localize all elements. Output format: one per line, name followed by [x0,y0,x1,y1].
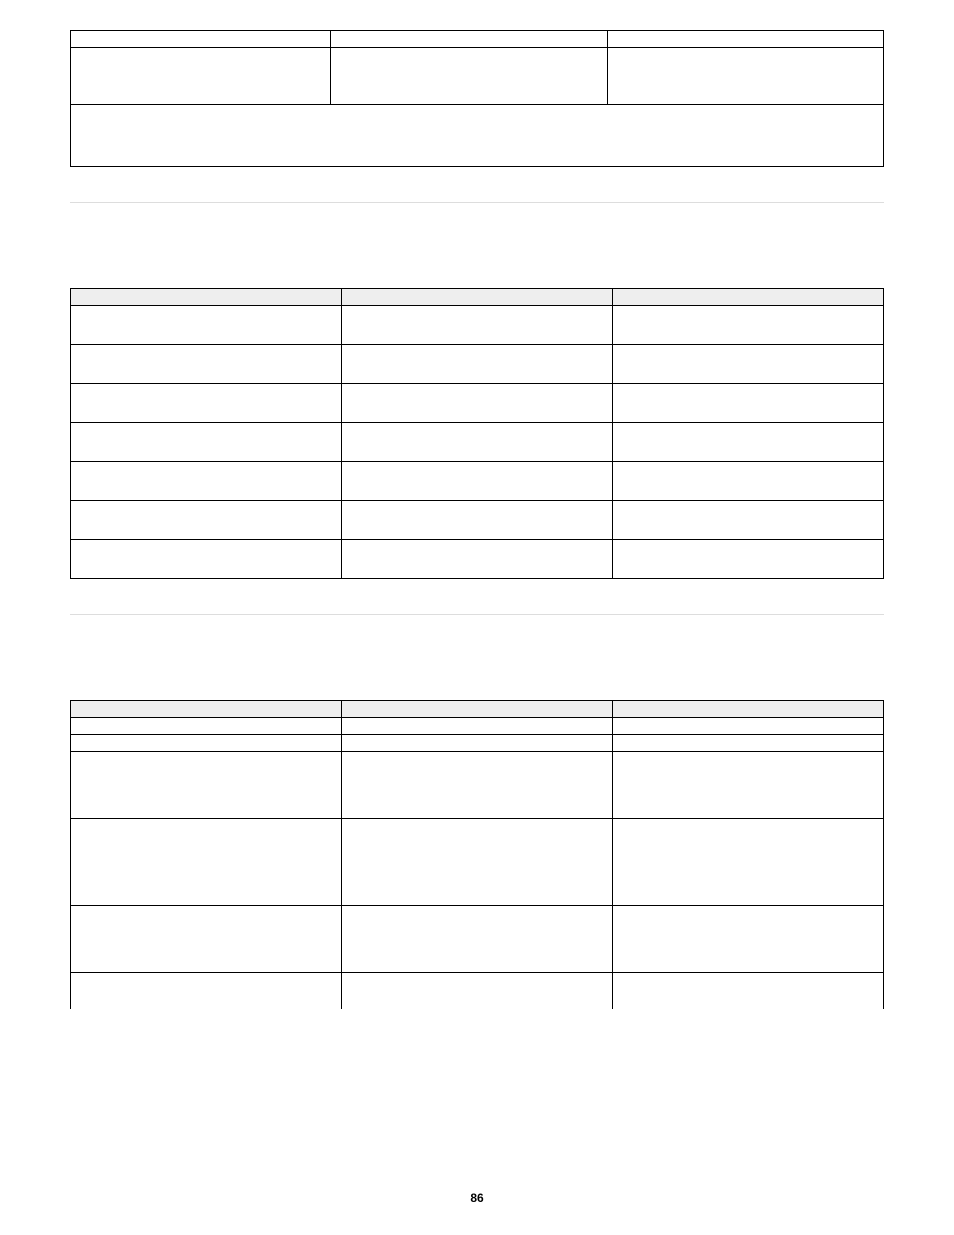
table-cell [613,423,884,462]
table-row [71,540,884,579]
table-cell [71,384,342,423]
table-cell [71,501,342,540]
table-cell [71,345,342,384]
table-cell [613,906,884,973]
table-header-cell [613,289,884,306]
table-cell [71,718,342,735]
table-cell [342,752,613,819]
table-cell [71,973,342,1010]
page-number: 86 [0,1191,954,1205]
table-header-row [71,289,884,306]
table-row [71,48,884,105]
table-2 [70,288,884,579]
table-cell [342,306,613,345]
table-row [71,735,884,752]
table-cell [331,48,607,105]
table-cell [342,384,613,423]
table-cell [613,306,884,345]
table-header-cell [613,701,884,718]
table-cell [342,501,613,540]
table-row [71,819,884,906]
table-row [71,752,884,819]
table-row [71,501,884,540]
table-cell [71,540,342,579]
table-cell [342,906,613,973]
table-cell [613,462,884,501]
table-cell [71,306,342,345]
table-cell [71,752,342,819]
table-cell [613,973,884,1010]
table-cell [71,819,342,906]
table-cell [71,735,342,752]
table-cell [342,718,613,735]
table-row [71,345,884,384]
table-cell [613,819,884,906]
table-row [71,31,884,48]
table-cell [71,906,342,973]
table-cell [342,819,613,906]
table-cell [613,752,884,819]
table-cell [71,48,331,105]
table-cell [342,345,613,384]
table-cell [71,462,342,501]
section-divider [70,202,884,203]
table-3 [70,700,884,1009]
table-row [71,306,884,345]
table-cell [342,973,613,1010]
table-row [71,384,884,423]
table-row [71,973,884,1010]
table-header-cell [71,289,342,306]
table-cell [71,423,342,462]
table-cell [607,48,883,105]
table-row [71,105,884,167]
table-row [71,906,884,973]
table-cell [613,718,884,735]
table-row [71,718,884,735]
table-row [71,462,884,501]
table-cell [342,462,613,501]
table-cell [613,735,884,752]
table-header-row [71,701,884,718]
table-cell [613,384,884,423]
table-cell [607,31,883,48]
table-cell-spanning [71,105,884,167]
table-1-fragment-b [70,47,884,167]
table-header-cell [71,701,342,718]
table-cell [342,540,613,579]
table-cell [331,31,607,48]
table-cell [613,501,884,540]
table-header-cell [342,701,613,718]
table-header-cell [342,289,613,306]
table-cell [71,31,331,48]
table-cell [342,423,613,462]
table-row [71,423,884,462]
section-divider [70,614,884,615]
table-cell [342,735,613,752]
table-cell [613,345,884,384]
table-cell [613,540,884,579]
table-1-fragment [70,30,884,48]
